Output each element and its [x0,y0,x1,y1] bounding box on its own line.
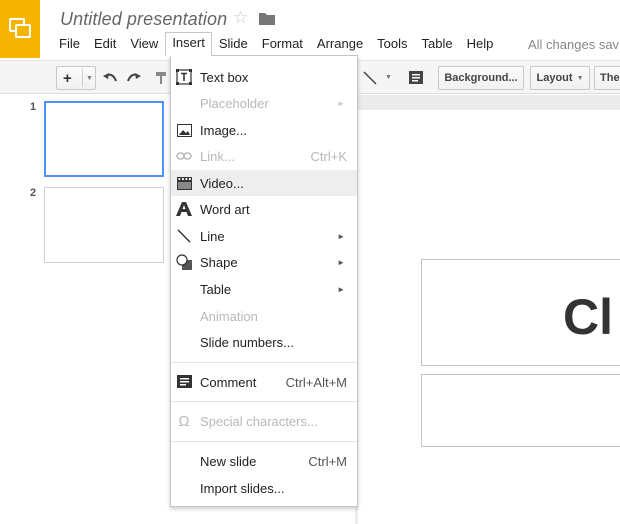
menubar: File Edit View Insert Slide Format Arran… [52,32,501,56]
menu-edit[interactable]: Edit [87,33,123,55]
plus-icon: + [63,69,72,87]
filmstrip: 1 2 [0,95,165,524]
slide-number: 1 [30,101,37,113]
line-icon [176,228,192,244]
menu-item-placeholder: Placeholder ► [171,90,357,116]
background-button[interactable]: Background... [438,66,524,90]
menu-insert[interactable]: Insert [165,32,212,56]
new-slide-button[interactable]: + ▼ [56,66,96,90]
slide-number: 2 [30,187,37,199]
menu-item-label: New slide [200,454,257,469]
menu-item-label: Import slides... [200,481,285,496]
menu-separator [171,401,357,402]
menu-item-new-slide[interactable]: New slide Ctrl+M [171,448,357,474]
document-title[interactable]: Untitled presentation [60,9,227,30]
menu-item-table[interactable]: Table ► [171,276,357,302]
menu-item-label: Word art [200,202,250,217]
menu-separator [171,441,357,442]
menu-item-slide-numbers[interactable]: Slide numbers... [171,329,357,355]
word-art-icon [176,201,192,217]
slide-thumbnail-2[interactable] [44,187,164,263]
slides-logo-icon [9,18,31,38]
chevron-down-icon: ▼ [86,74,93,82]
menu-format[interactable]: Format [255,33,310,55]
line-chevron-down-icon[interactable]: ▼ [385,74,392,81]
menu-item-label: Animation [200,309,258,324]
theme-button[interactable]: The [594,66,620,90]
menu-item-shortcut: Ctrl+Alt+M [285,375,347,390]
undo-icon[interactable] [100,68,120,88]
image-icon [176,122,192,138]
redo-icon[interactable] [124,68,144,88]
layout-chevron-down-icon: ▼ [576,74,584,82]
menu-item-label: Link... [200,149,235,164]
menu-item-word-art[interactable]: Word art [171,196,357,222]
menu-item-label: Comment [200,375,257,390]
menu-item-label: Line [200,229,225,244]
paint-format-icon[interactable] [150,68,170,88]
layout-label: Layout [536,72,573,84]
menu-file[interactable]: File [52,33,87,55]
menu-help[interactable]: Help [460,33,501,55]
menu-item-label: Shape [200,255,238,270]
slide-thumbnail-1[interactable] [44,101,164,177]
link-icon [176,148,192,164]
menu-item-shape[interactable]: Shape ► [171,249,357,275]
menu-item-animation: Animation [171,303,357,329]
menu-item-line[interactable]: Line ► [171,223,357,249]
menu-item-video[interactable]: Video... [171,170,357,196]
menu-item-label: Placeholder [200,96,269,111]
menu-view[interactable]: View [123,33,165,55]
folder-icon[interactable] [259,12,275,28]
menu-item-shortcut: Ctrl+K [310,149,347,164]
omega-icon: Ω [178,412,190,430]
submenu-arrow-icon: ► [337,258,345,267]
menu-item-special-characters: Ω Special characters... [171,408,357,434]
menu-item-label: Special characters... [200,414,318,429]
submenu-arrow-icon: ► [337,232,345,241]
menu-item-comment[interactable]: Comment Ctrl+Alt+M [171,369,357,395]
submenu-arrow-icon: ► [337,99,345,108]
menu-tools[interactable]: Tools [370,33,414,55]
save-status: All changes sav [528,37,620,52]
menu-item-shortcut: Ctrl+M [308,454,347,469]
slides-logo[interactable] [0,0,40,58]
star-icon[interactable]: ☆ [233,8,248,28]
submenu-arrow-icon: ► [337,285,345,294]
insert-menu: Text box Placeholder ► Image... Link... … [170,55,358,507]
menu-item-link: Link... Ctrl+K [171,143,357,169]
menu-table[interactable]: Table [415,33,460,55]
menu-separator [171,362,357,363]
menu-item-image[interactable]: Image... [171,117,357,143]
menu-item-label: Slide numbers... [200,335,294,350]
menu-item-text-box[interactable]: Text box [171,64,357,90]
subtitle-placeholder[interactable] [421,374,620,447]
comment-toolbar-icon[interactable] [406,68,426,88]
menu-arrange[interactable]: Arrange [310,33,370,55]
layout-button[interactable]: Layout ▼ [530,66,590,90]
menu-slide[interactable]: Slide [212,33,255,55]
slide-title-text: Cl [563,289,613,345]
menu-item-label: Image... [200,123,247,138]
comment-icon [176,374,192,390]
menu-item-label: Video... [200,176,244,191]
menu-item-label: Text box [200,70,249,85]
line-tool-icon[interactable] [360,68,380,88]
shape-icon [176,254,192,270]
video-icon [176,175,192,191]
text-box-icon [176,69,192,85]
menu-item-label: Table [200,282,232,297]
menu-item-import-slides[interactable]: Import slides... [171,475,357,501]
